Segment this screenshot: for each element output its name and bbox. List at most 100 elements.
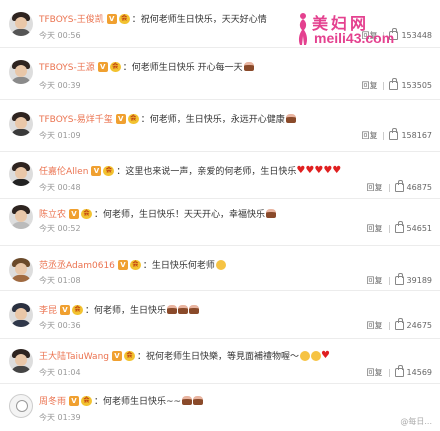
verified-icon: V [60,304,71,315]
like-icon[interactable] [394,365,404,377]
heart-icon: ♥ [296,165,306,176]
like-icon[interactable] [394,318,404,330]
heart-icon: ♥ [321,350,330,361]
comment-time: 今天 01:09 [39,131,81,140]
avatar[interactable] [9,112,33,136]
comment-text: ：何老师，生日快乐，永远开心健康 [140,115,285,125]
avatar[interactable] [9,12,33,36]
username-link[interactable]: TFBOYS-王源 [39,60,95,73]
reply-button[interactable]: 回复 [367,182,383,193]
comment-text: ：这里也来说一声，亲爱的何老师，生日快乐 [116,167,297,177]
like-count: 158167 [401,131,432,140]
comment-text: ：生日快乐何老师 [142,261,215,271]
bottom-watermark: @每日... [400,417,432,426]
comment-text: ：何老师，生日快乐！天天开心，幸福快乐 [94,210,266,220]
like-count: 54651 [406,224,432,233]
comment-row: 王大陆TaiuWang V 会 ：祝何老师生日快樂，等見面補禮物喔～ ♥ 今天 … [0,339,440,384]
verified-icon: V [97,61,108,72]
comment-text: ：祝何老师生日快乐，天天好心情 [131,15,267,25]
reply-button[interactable]: 回复 [361,130,377,141]
reply-button[interactable]: 回复 [367,367,383,378]
comment-text: ：何老师生日快乐~~ [94,397,182,407]
reply-button[interactable]: 回复 [361,80,377,91]
vip-icon: 会 [81,395,93,406]
verified-icon: V [69,395,80,406]
username-link[interactable]: 周冬雨 [39,394,66,407]
username-link[interactable]: TFBOYS-易烊千玺 [39,112,113,125]
like-icon[interactable] [394,180,404,192]
comment-row: TFBOYS-易烊千玺 V 会 ：何老师，生日快乐，永远开心健康 今天 01:0… [0,100,440,152]
comment-time: 今天 00:48 [39,183,81,192]
verified-icon: V [69,208,80,219]
like-count: 46875 [406,183,432,192]
smile-emoji-icon [300,350,310,361]
verified-icon: V [106,13,117,24]
username-link[interactable]: 范丞丞Adam0616 [39,258,115,271]
cake-icon [243,62,254,71]
comment-text: ：祝何老师生日快樂，等見面補禮物喔～ [136,352,299,362]
avatar[interactable] [9,60,33,84]
cake-icon [178,305,189,314]
reply-button[interactable]: 回复 [367,275,383,286]
vip-icon: 会 [109,61,121,72]
vip-icon: 会 [81,208,93,219]
heart-icon: ♥ [332,165,342,176]
site-watermark: 美妇网 meili43.com [292,10,440,50]
username-link[interactable]: TFBOYS-王俊凯 [39,12,104,25]
like-count: 39189 [406,276,432,285]
username-link[interactable]: 王大陆TaiuWang [39,349,109,362]
verified-icon: V [117,259,128,270]
comment-time: 今天 00:52 [39,224,81,233]
cake-icon [266,209,277,218]
comment-row: 李昆 V 会 ：何老师，生日快乐 今天 00:36 回复 24675 [0,291,440,339]
username-link[interactable]: 陈立农 [39,207,66,220]
comment-row: 陈立农 V 会 ：何老师，生日快乐！天天开心，幸福快乐 今天 00:52 回复 … [0,199,440,246]
comment-text: ：何老师，生日快乐 [85,306,167,316]
cake-icon [285,114,296,123]
cake-icon [193,396,204,405]
like-count: 14569 [406,368,432,377]
username-link[interactable]: 李昆 [39,303,57,316]
vip-icon: 会 [123,350,135,361]
comment-time: 今天 00:39 [39,81,81,90]
comment-time: 今天 01:08 [39,276,81,285]
smile-emoji-icon [311,350,321,361]
comment-row: 周冬雨 V 会 ：何老师生日快乐~~ 今天 01:39 [0,384,440,431]
heart-icon: ♥ [305,165,315,176]
verified-icon: V [115,113,126,124]
heart-icon: ♥ [314,165,324,176]
avatar[interactable] [9,258,33,282]
verified-icon: V [91,165,102,176]
comment-time: 今天 01:39 [39,413,81,422]
vip-icon: 会 [103,165,115,176]
reply-button[interactable]: 回复 [367,223,383,234]
comment-row: 范丞丞Adam0616 V 会 ：生日快乐何老师 今天 01:08 回复 391… [0,246,440,291]
vip-icon: 会 [118,13,130,24]
reply-button[interactable]: 回复 [367,320,383,331]
like-count: 24675 [406,321,432,330]
avatar[interactable] [9,162,33,186]
comment-time: 今天 01:04 [39,368,81,377]
comment-text: ：何老师生日快乐 开心每一天 [122,63,243,73]
comment-row: 任嘉伦Allen V 会 ：这里也来说一声，亲爱的何老师，生日快乐 ♥ ♥ ♥ … [0,152,440,199]
comment-time: 今天 00:36 [39,321,81,330]
like-icon[interactable] [389,78,399,90]
avatar[interactable] [9,205,33,229]
cake-icon [182,396,193,405]
avatar[interactable] [9,394,33,418]
like-icon[interactable] [394,221,404,233]
avatar[interactable] [9,349,33,373]
comment-time: 今天 00:56 [39,31,81,40]
vip-icon: 会 [129,259,141,270]
comment-row: TFBOYS-王源 V 会 ：何老师生日快乐 开心每一天 今天 00:39 回复… [0,48,440,100]
silhouette-logo-icon [298,13,308,45]
like-icon[interactable] [394,273,404,285]
like-icon[interactable] [389,128,399,140]
vip-icon: 会 [72,304,84,315]
vip-icon: 会 [127,113,139,124]
username-link[interactable]: 任嘉伦Allen [39,164,88,177]
heart-icon: ♥ [323,165,333,176]
cake-icon [189,305,200,314]
avatar[interactable] [9,303,33,327]
verified-icon: V [111,350,122,361]
